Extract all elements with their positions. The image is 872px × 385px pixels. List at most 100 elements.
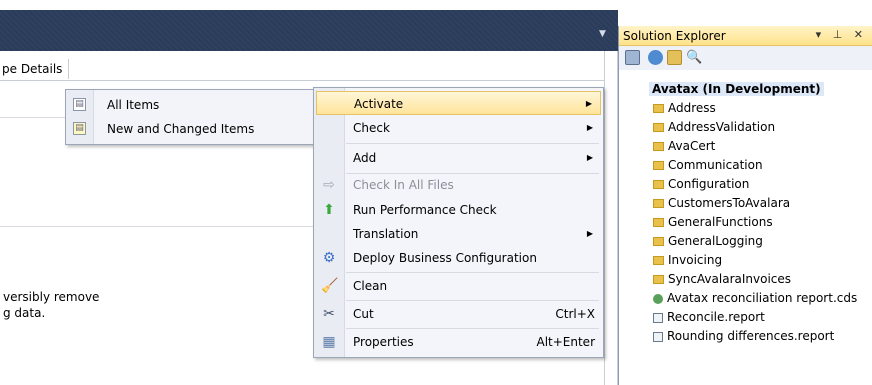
tree-item-label: Rounding differences.report [667, 329, 835, 343]
submenu-arrow-icon: ▶ [586, 153, 593, 162]
activate-submenu: ▤ All Items ▤ New and Changed Items [65, 89, 314, 145]
menu-item-shortcut: Alt+Enter [536, 335, 595, 349]
tree-item-label: Invoicing [668, 253, 723, 267]
menu-item-label: New and Changed Items [107, 122, 255, 136]
tree-folder[interactable]: AvaCert [653, 137, 715, 156]
ide-title-bar [0, 10, 618, 51]
submenu-arrow-icon: ▶ [586, 229, 593, 238]
tree-root-project[interactable]: Avatax (In Development) [649, 80, 824, 99]
menu-item-label: All Items [107, 98, 160, 112]
tree-item-label: GeneralLogging [668, 234, 763, 248]
tree-file[interactable]: Rounding differences.report [653, 327, 834, 346]
tree-item-label: Reconcile.report [667, 310, 765, 324]
tree-item-label: Avatax reconciliation report.cds [667, 291, 858, 305]
tree-file[interactable]: Avatax reconciliation report.cds [653, 289, 857, 308]
folder-icon [653, 180, 664, 189]
menu-item-check[interactable]: Check ▶ [316, 116, 601, 140]
context-menu: Activate ▶ Check ▶ Add ▶ ⇨ Check In All … [313, 87, 604, 358]
refresh-icon[interactable] [648, 50, 663, 65]
panel-title: Solution Explorer [623, 29, 726, 43]
tree-folder[interactable]: CustomersToAvalara [653, 194, 790, 213]
deploy-icon: ⚙ [322, 250, 336, 266]
tree-item-label: AvaCert [668, 139, 716, 153]
description-text-line: versibly remove [3, 290, 100, 304]
folder-icon [653, 161, 664, 170]
menu-item-shortcut: Ctrl+X [555, 307, 595, 321]
submenu-arrow-icon: ▶ [586, 123, 593, 132]
menu-separator [346, 300, 599, 301]
menu-item-label: Run Performance Check [353, 203, 497, 217]
submenu-item-new-changed[interactable]: ▤ New and Changed Items [66, 117, 313, 141]
menu-item-add[interactable]: Add ▶ [316, 146, 601, 170]
tree-folder[interactable]: SyncAvalaraInvoices [653, 270, 791, 289]
menu-item-label: Check In All Files [353, 178, 454, 192]
tree-item-label: CustomersToAvalara [668, 196, 791, 210]
menu-item-label: Cut [353, 307, 374, 321]
submenu-arrow-icon: ▶ [585, 99, 592, 108]
menu-item-clean[interactable]: 🧹 Clean [316, 274, 601, 298]
menu-item-label: Activate [354, 97, 404, 111]
tree-folder[interactable]: Communication [653, 156, 763, 175]
search-icon[interactable]: 🔍 [686, 50, 702, 65]
tree-folder[interactable]: Invoicing [653, 251, 722, 270]
tree-item-label: SyncAvalaraInvoices [668, 272, 792, 286]
panel-splitter[interactable] [604, 51, 618, 385]
menu-item-run-performance-check[interactable]: ⬆ Run Performance Check [316, 198, 601, 222]
folder-icon [653, 237, 664, 246]
menu-item-translation[interactable]: Translation ▶ [316, 222, 601, 246]
menu-item-label: Check [353, 121, 390, 135]
solution-explorer-title-bar: Solution Explorer ▾ ⊥ ✕ [619, 26, 872, 46]
tree-folder[interactable]: Address [653, 99, 716, 118]
menu-item-label: Clean [353, 279, 388, 293]
submenu-item-all-items[interactable]: ▤ All Items [66, 93, 313, 117]
broom-icon: 🧹 [321, 278, 339, 294]
description-text-line: g data. [3, 306, 46, 320]
new-changed-items-icon: ▤ [73, 122, 86, 135]
dropdown-arrow-icon[interactable]: ▼ [599, 29, 606, 39]
menu-item-label: Deploy Business Configuration [353, 251, 537, 265]
tree-item-label: Configuration [668, 177, 750, 191]
folder-icon [653, 199, 664, 208]
folder-icon [653, 218, 664, 227]
menu-item-properties[interactable]: ▦ Properties Alt+Enter [316, 330, 601, 354]
menu-separator [346, 272, 599, 273]
properties-icon[interactable] [625, 50, 640, 65]
tab-details[interactable]: pe Details [0, 59, 69, 79]
menu-item-deploy-business-configuration[interactable]: ⚙ Deploy Business Configuration [316, 246, 601, 270]
menu-separator [346, 328, 599, 329]
top-strip [0, 0, 872, 10]
show-all-files-icon[interactable] [667, 50, 682, 65]
tree-root-label: Avatax (In Development) [649, 82, 824, 96]
panel-window-controls[interactable]: ▾ ⊥ ✕ [816, 28, 867, 41]
tree-item-label: AddressValidation [668, 120, 776, 134]
folder-icon [653, 104, 664, 113]
tree-folder[interactable]: Configuration [653, 175, 749, 194]
all-items-icon: ▤ [73, 98, 86, 111]
green-up-arrow-icon: ⬆ [323, 202, 335, 218]
tree-file[interactable]: Reconcile.report [653, 308, 765, 327]
menu-item-cut[interactable]: ✂ Cut Ctrl+X [316, 302, 601, 326]
tree-folder[interactable]: GeneralFunctions [653, 213, 773, 232]
folder-icon [653, 256, 664, 265]
folder-icon [653, 123, 664, 132]
tree-item-label: Address [668, 101, 716, 115]
tree-folder[interactable]: AddressValidation [653, 118, 775, 137]
report-file-icon [653, 312, 663, 323]
tree-item-label: Communication [668, 158, 763, 172]
solution-explorer-panel: Solution Explorer ▾ ⊥ ✕ 🔍 Avatax (In Dev… [618, 26, 872, 385]
properties-icon: ▦ [322, 334, 336, 350]
folder-icon [653, 275, 664, 284]
menu-item-check-in-all-files: ⇨ Check In All Files [316, 173, 601, 197]
folder-icon [653, 142, 664, 151]
menu-item-activate[interactable]: Activate ▶ [316, 91, 601, 115]
tree-item-label: GeneralFunctions [668, 215, 773, 229]
menu-item-label: Add [353, 151, 377, 165]
solution-explorer-toolbar: 🔍 [619, 46, 872, 70]
check-in-icon: ⇨ [323, 177, 335, 193]
menu-item-label: Translation [353, 227, 419, 241]
scissors-icon: ✂ [323, 306, 335, 322]
report-file-icon [653, 331, 663, 342]
menu-item-label: Properties [353, 335, 414, 349]
cds-file-icon [653, 293, 663, 304]
tree-folder[interactable]: GeneralLogging [653, 232, 763, 251]
